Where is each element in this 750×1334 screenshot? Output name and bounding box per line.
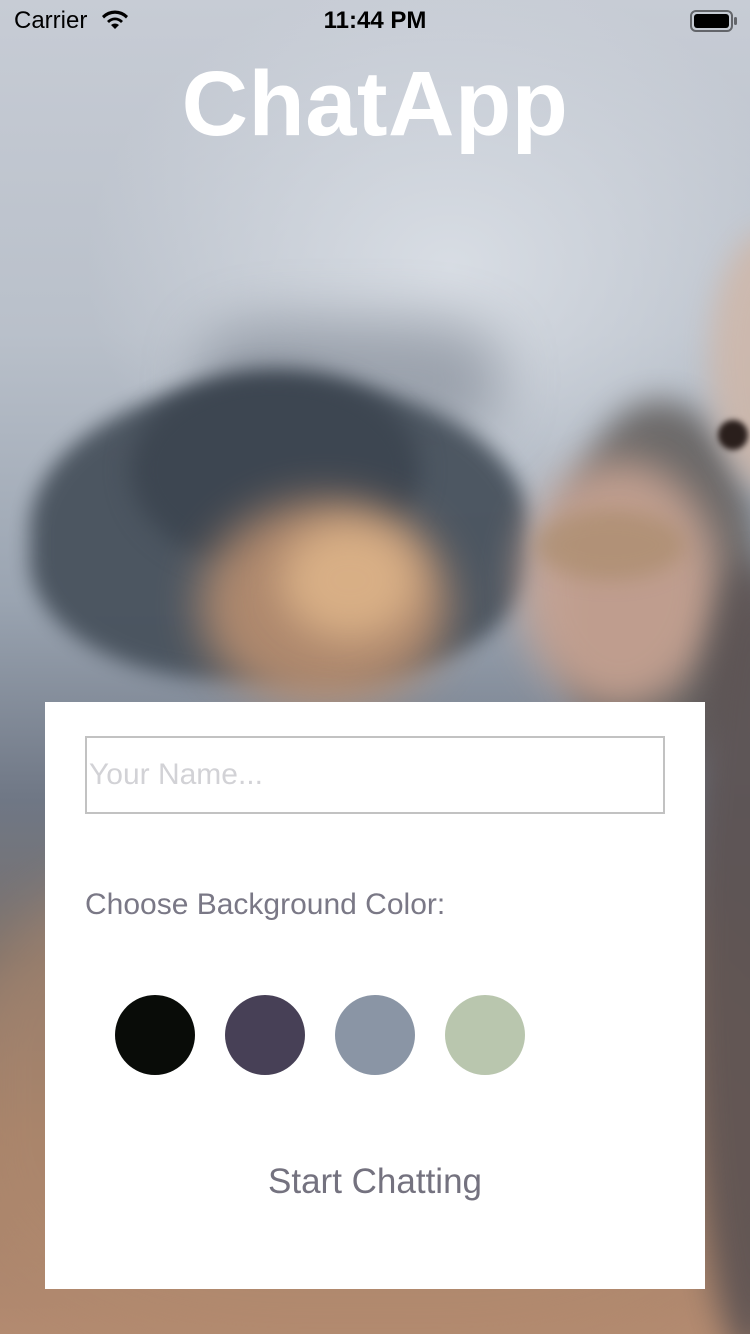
color-choice-label: Choose Background Color: [85, 888, 446, 921]
color-swatch-grey-blue[interactable] [335, 995, 415, 1075]
login-card: Choose Background Color: Start Chatting [45, 702, 705, 1289]
color-swatch-purple[interactable] [225, 995, 305, 1075]
color-swatch-sage-green[interactable] [445, 995, 525, 1075]
start-screen: Carrier 11:44 PM ChatApp Choose Backgrou… [0, 0, 750, 1334]
app-title: ChatApp [181, 53, 569, 155]
status-bar: Carrier 11:44 PM [0, 0, 750, 40]
battery-icon [690, 10, 738, 37]
name-input[interactable] [85, 736, 665, 814]
clock: 11:44 PM [323, 7, 427, 34]
start-chatting-button[interactable]: Start Chatting [45, 1157, 705, 1207]
color-swatch-black[interactable] [115, 995, 195, 1075]
